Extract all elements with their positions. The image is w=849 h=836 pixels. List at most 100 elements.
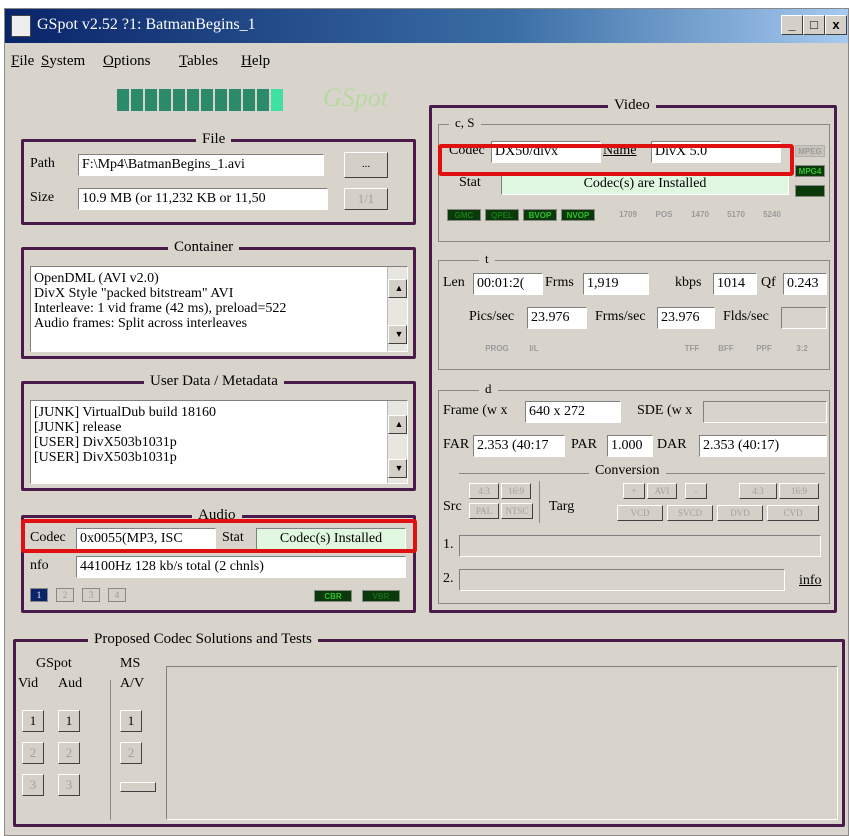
video-group: Video c, S Codec DX50/divx Name DivX 5.0… [429,97,837,613]
audio-stream-3[interactable]: 3 [82,588,100,602]
mpeg-tag: MPEG [795,145,825,157]
list-item: Audio frames: Split across interleaves [34,316,248,331]
dimension-group: d Frame (w x 640 x 272 SDE (w x FAR 2.35… [438,381,830,604]
path-field[interactable]: F:\Mp4\BatmanBegins_1.avi [78,154,324,176]
list-item: DivX Style "packed bitstream" AVI [34,286,234,301]
aud-test-1[interactable]: 1 [58,710,80,732]
cbr-indicator: CBR [314,590,352,602]
proposed-legend: Proposed Codec Solutions and Tests [88,631,318,648]
tag-5240: 5240 [763,210,781,219]
list-item: [USER] DivX503b1031p [34,450,177,465]
src-label: Src [443,499,462,514]
list-item: [JUNK] release [34,420,122,435]
ppf-tag: PPF [756,344,772,353]
cs-legend: c, S [449,115,481,131]
list-item: OpenDML (AVI v2.0) [34,271,159,286]
browse-button[interactable]: ... [344,152,388,178]
window-title: GSpot v2.52 ?1: BatmanBegins_1 [37,16,256,33]
aud-test-2[interactable]: 2 [58,742,80,764]
scroll-down-icon[interactable]: ▼ [388,459,407,478]
menu-options[interactable]: Options [103,53,151,70]
conversion-legend: Conversion [589,463,666,479]
targ-plus-button[interactable]: + [623,483,645,499]
targ-vcd-button[interactable]: VCD [617,505,663,521]
menu-help[interactable]: Help [241,53,270,70]
src-16-9-button[interactable]: 16:9 [501,483,531,499]
list-item: [USER] DivX503b1031p [34,435,177,450]
page-indicator[interactable]: 1/1 [344,188,388,210]
container-legend: Container [168,239,240,256]
vid-test-1[interactable]: 1 [22,710,44,732]
targ-svcd-button[interactable]: SVCD [667,505,713,521]
userdata-scrollbar[interactable]: ▲ ▼ [387,401,407,483]
t-legend: t [479,251,495,267]
maximize-button[interactable]: □ [803,15,825,35]
vid-test-2[interactable]: 2 [22,742,44,764]
flds-sec-label: Flds/sec [723,309,769,324]
audio-stream-2[interactable]: 2 [56,588,74,602]
path-label: Path [30,156,55,171]
minimize-button[interactable]: _ [781,15,803,35]
scroll-up-icon[interactable]: ▲ [388,415,407,434]
bff-tag: BFF [718,344,734,353]
targ-minus-button[interactable]: - [685,483,707,499]
frms-sec-field: 23.976 [657,307,715,329]
far-label: FAR [443,437,470,452]
size-field: 10.9 MB (or 11,232 KB or 11,50 [78,188,328,210]
container-listbox[interactable]: OpenDML (AVI v2.0) DivX Style "packed bi… [30,266,408,352]
menu-file[interactable]: File [11,53,34,70]
targ-avi-button[interactable]: AVI [647,483,677,499]
file-legend: File [196,131,232,148]
dar-field: 2.353 (40:17) [699,435,827,457]
qpel-tag: QPEL [485,209,519,221]
tff-tag: TFF [684,344,700,353]
av-test-slot[interactable] [120,782,156,792]
pics-sec-label: Pics/sec [469,309,515,324]
targ-cvd-button[interactable]: CVD [767,505,819,521]
list-item: Interleave: 1 vid frame (42 ms), preload… [34,301,287,316]
container-scrollbar[interactable]: ▲ ▼ [387,267,407,351]
menu-system[interactable]: System [41,53,85,70]
solutions-results-area[interactable] [166,666,838,820]
info-link[interactable]: info [799,573,822,589]
av-test-1[interactable]: 1 [120,710,142,732]
targ-16-9-button[interactable]: 16:9 [779,483,819,499]
audio-stream-1[interactable]: 1 [30,588,48,602]
sde-field [703,401,827,423]
tag-5170: 5170 [727,210,745,219]
video-stat-field: Codec(s) are Installed [501,173,789,195]
targ-label: Targ [549,499,575,514]
sde-label: SDE (w x [637,403,693,418]
userdata-legend: User Data / Metadata [144,373,284,390]
vid-test-3[interactable]: 3 [22,774,44,796]
video-codec-highlight-box [438,144,794,176]
kbps-field: 1014 [713,273,757,295]
title-bar[interactable]: GSpot v2.52 ?1: BatmanBegins_1 _ □ x [5,9,848,43]
file-group: File Path F:\Mp4\BatmanBegins_1.avi ... … [21,131,416,225]
conv-row-1-field [459,535,821,557]
far-field: 2.353 (40:17 [473,435,565,457]
dar-label: DAR [657,437,687,452]
src-divider [539,481,540,523]
frms-field: 1,919 [583,273,649,295]
frms-label: Frms [545,275,574,290]
col-divider [110,680,111,820]
userdata-listbox[interactable]: [JUNK] VirtualDub build 18160 [JUNK] rel… [30,400,408,484]
conv-row-2-field [459,569,785,591]
app-icon[interactable] [11,15,31,37]
src-4-3-button[interactable]: 4:3 [469,483,499,499]
len-label: Len [443,275,465,290]
src-pal-button[interactable]: PAL [469,503,499,519]
targ-4-3-button[interactable]: 4:3 [739,483,777,499]
tag-1470: 1470 [691,210,709,219]
av-test-2[interactable]: 2 [120,742,142,764]
audio-stream-4[interactable]: 4 [108,588,126,602]
scroll-down-icon[interactable]: ▼ [388,325,407,344]
userdata-group: User Data / Metadata [JUNK] VirtualDub b… [21,373,416,491]
aud-test-3[interactable]: 3 [58,774,80,796]
close-button[interactable]: x [825,15,847,35]
targ-dvd-button[interactable]: DVD [717,505,763,521]
scroll-up-icon[interactable]: ▲ [388,279,407,298]
src-ntsc-button[interactable]: NTSC [501,503,533,519]
menu-tables[interactable]: Tables [179,53,218,70]
